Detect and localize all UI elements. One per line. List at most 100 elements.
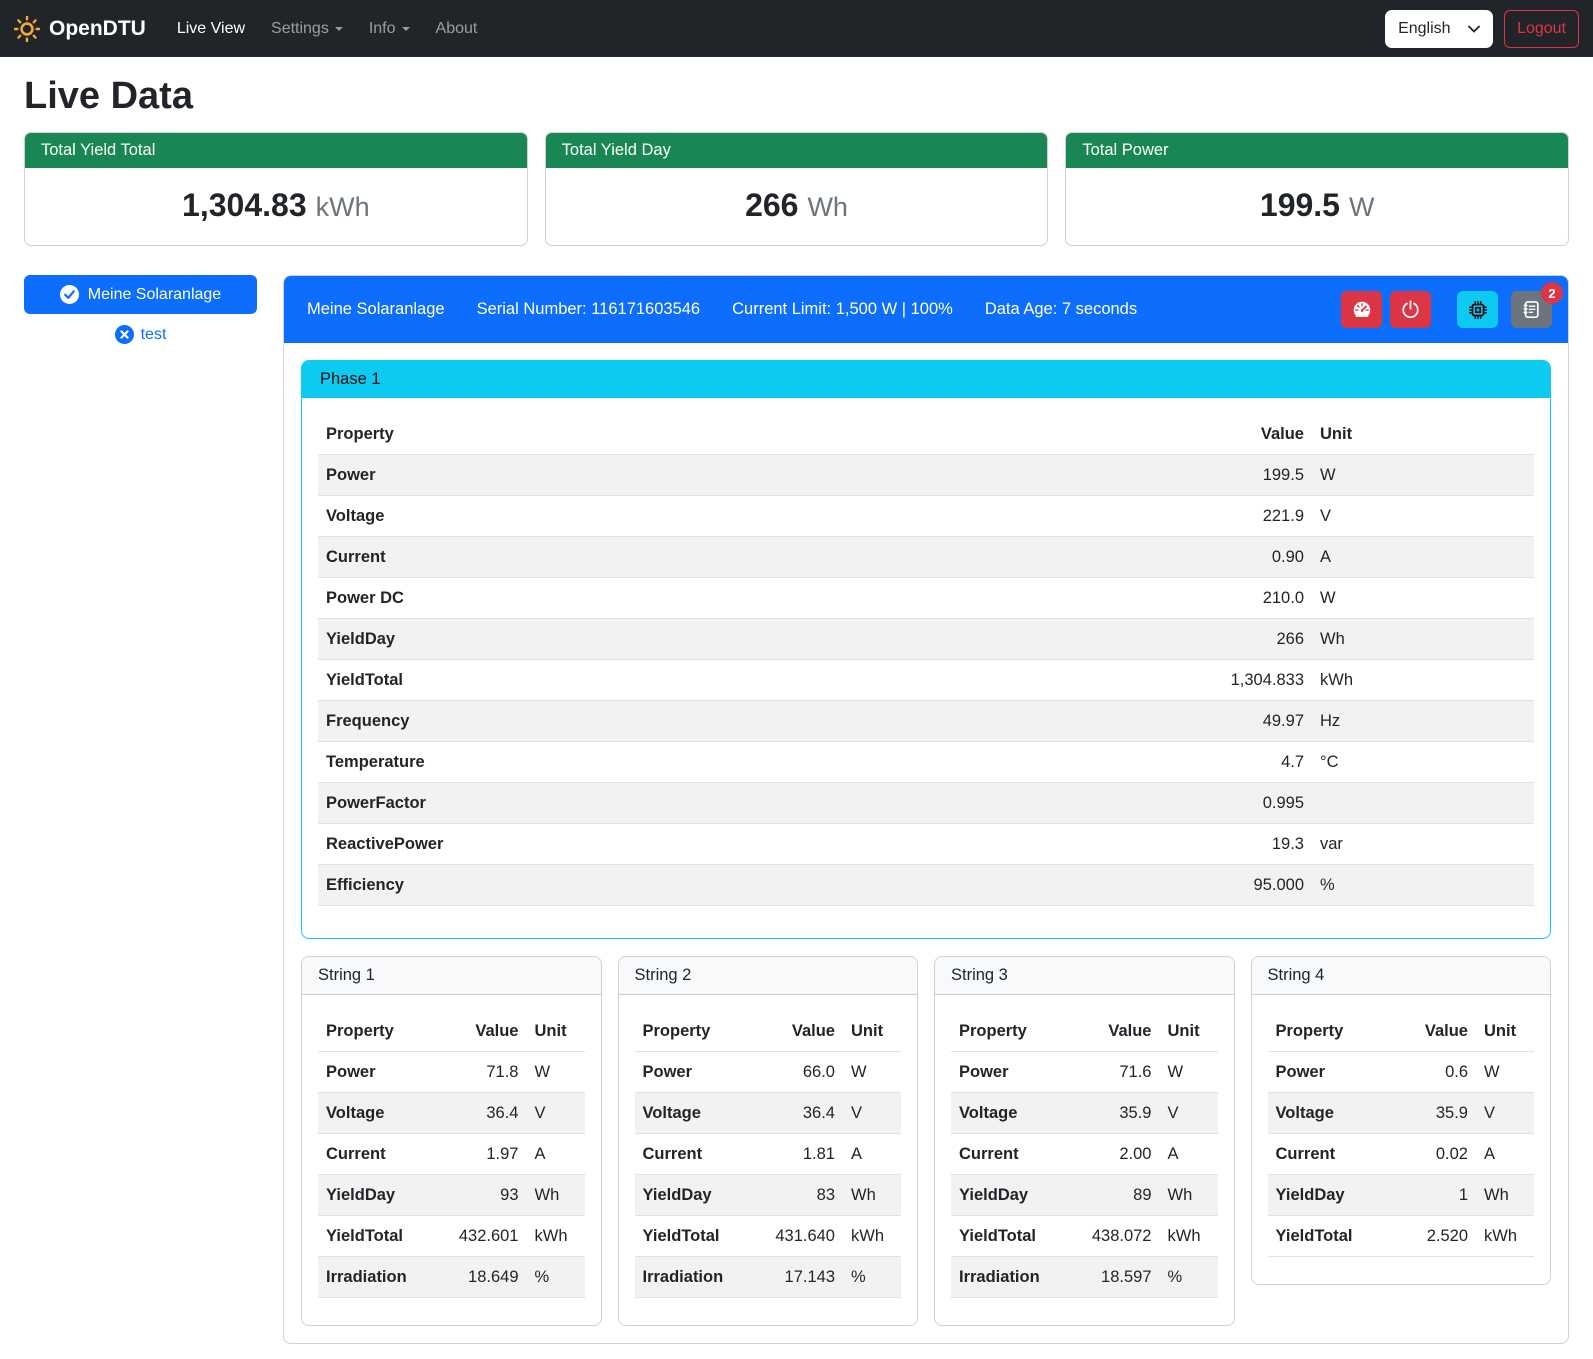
column-header: Property <box>635 1011 752 1052</box>
value-cell: 0.995 <box>1152 783 1312 824</box>
card-title: Total Yield Total <box>25 133 527 168</box>
limit-settings-button[interactable] <box>1341 291 1382 328</box>
inverter-name: Meine Solaranlage <box>307 300 445 319</box>
property-cell: Frequency <box>318 701 1152 742</box>
unit-cell: Wh <box>1160 1175 1218 1216</box>
property-cell: Power <box>318 455 1152 496</box>
table-row: Irradiation18.597% <box>951 1257 1218 1298</box>
inverter-select-label: Meine Solaranlage <box>88 286 221 304</box>
value-cell: 18.649 <box>435 1257 527 1298</box>
property-cell: YieldDay <box>318 1175 435 1216</box>
property-cell: Current <box>318 537 1152 578</box>
string-4-table: PropertyValueUnitPower0.6WVoltage35.9VCu… <box>1268 1011 1535 1257</box>
property-cell: Power <box>318 1052 435 1093</box>
sun-logo-icon <box>14 16 40 42</box>
property-cell: YieldTotal <box>318 1216 435 1257</box>
property-cell: ReactivePower <box>318 824 1152 865</box>
property-cell: PowerFactor <box>318 783 1152 824</box>
language-select[interactable]: English <box>1385 10 1493 48</box>
main-content: Live Data Total Yield Total 1,304.83 kWh… <box>0 75 1593 1354</box>
value-cell: 49.97 <box>1152 701 1312 742</box>
column-header: Value <box>435 1011 527 1052</box>
table-row: Power0.6W <box>1268 1052 1535 1093</box>
property-cell: Voltage <box>635 1093 752 1134</box>
value-cell: 83 <box>751 1175 843 1216</box>
property-cell: YieldDay <box>318 619 1152 660</box>
unit-cell: A <box>1160 1134 1218 1175</box>
table-row: Efficiency95.000% <box>318 865 1534 906</box>
value-cell: 0.90 <box>1152 537 1312 578</box>
nav-item-about[interactable]: About <box>423 12 491 46</box>
value-cell: 438.072 <box>1068 1216 1160 1257</box>
value-cell: 221.9 <box>1152 496 1312 537</box>
event-count-badge: 2 <box>1541 282 1563 304</box>
inverter-panel: Meine Solaranlage Serial Number: 1161716… <box>283 275 1569 1344</box>
navbar-right: English Logout <box>1385 10 1579 48</box>
unit-cell: % <box>843 1257 901 1298</box>
table-row: Temperature4.7°C <box>318 742 1534 783</box>
card-value: 199.5 <box>1260 187 1340 224</box>
property-cell: YieldDay <box>1268 1175 1385 1216</box>
property-cell: Current <box>318 1134 435 1175</box>
table-row: Voltage35.9V <box>1268 1093 1535 1134</box>
inverter-info-button[interactable] <box>1457 291 1498 328</box>
table-header-row: PropertyValueUnit <box>1268 1011 1535 1052</box>
unit-cell: W <box>1312 455 1534 496</box>
value-cell: 0.6 <box>1384 1052 1476 1093</box>
table-header-row: PropertyValueUnit <box>635 1011 902 1052</box>
inverter-select-button[interactable]: Meine Solaranlage <box>24 275 257 314</box>
value-cell: 1,304.833 <box>1152 660 1312 701</box>
card-title: Total Power <box>1066 133 1568 168</box>
column-header: Unit <box>527 1011 585 1052</box>
table-row: Voltage35.9V <box>951 1093 1218 1134</box>
cpu-icon <box>1467 299 1489 321</box>
property-cell: Power <box>1268 1052 1385 1093</box>
value-cell: 18.597 <box>1068 1257 1160 1298</box>
property-cell: Temperature <box>318 742 1152 783</box>
card-value: 1,304.83 <box>182 187 307 224</box>
value-cell: 1 <box>1384 1175 1476 1216</box>
nav-item-live-view[interactable]: Live View <box>164 12 258 46</box>
inverter-panel-body: Phase 1 PropertyValueUnitPower199.5WVolt… <box>284 343 1568 1343</box>
unit-cell: % <box>1312 865 1534 906</box>
value-cell: 210.0 <box>1152 578 1312 619</box>
property-cell: Voltage <box>318 496 1152 537</box>
property-cell: Voltage <box>318 1093 435 1134</box>
nav-item-info[interactable]: Info <box>356 12 423 46</box>
inverter-actions: 2 <box>1341 291 1552 328</box>
value-cell: 66.0 <box>751 1052 843 1093</box>
table-header-row: PropertyValueUnit <box>318 1011 585 1052</box>
property-cell: Voltage <box>951 1093 1068 1134</box>
table-row: Voltage36.4V <box>318 1093 585 1134</box>
unit-cell: Wh <box>843 1175 901 1216</box>
logout-button[interactable]: Logout <box>1504 10 1579 48</box>
card-unit: W <box>1349 192 1374 223</box>
nav-item-settings[interactable]: Settings <box>258 12 356 46</box>
value-cell: 89 <box>1068 1175 1160 1216</box>
unit-cell: Wh <box>527 1175 585 1216</box>
brand-label: OpenDTU <box>49 17 146 41</box>
column-header: Unit <box>1476 1011 1534 1052</box>
unit-cell: °C <box>1312 742 1534 783</box>
string-3-title: String 3 <box>935 957 1234 995</box>
event-log-button[interactable]: 2 <box>1511 291 1552 328</box>
table-row: Irradiation18.649% <box>318 1257 585 1298</box>
property-cell: Irradiation <box>951 1257 1068 1298</box>
table-row: YieldDay93Wh <box>318 1175 585 1216</box>
property-cell: YieldTotal <box>318 660 1152 701</box>
property-cell: Current <box>951 1134 1068 1175</box>
brand[interactable]: OpenDTU <box>14 16 146 42</box>
inverter-link-test[interactable]: test <box>24 325 257 344</box>
phase-1-card: Phase 1 PropertyValueUnitPower199.5WVolt… <box>301 360 1551 939</box>
table-row: Voltage36.4V <box>635 1093 902 1134</box>
table-header-row: PropertyValueUnit <box>951 1011 1218 1052</box>
table-row: Power199.5W <box>318 455 1534 496</box>
value-cell: 0.02 <box>1384 1134 1476 1175</box>
inverter-data-age: Data Age: 7 seconds <box>985 300 1137 319</box>
column-header: Property <box>318 1011 435 1052</box>
property-cell: YieldTotal <box>1268 1216 1385 1257</box>
unit-cell: A <box>843 1134 901 1175</box>
property-cell: Current <box>635 1134 752 1175</box>
unit-cell: A <box>527 1134 585 1175</box>
power-settings-button[interactable] <box>1390 291 1431 328</box>
